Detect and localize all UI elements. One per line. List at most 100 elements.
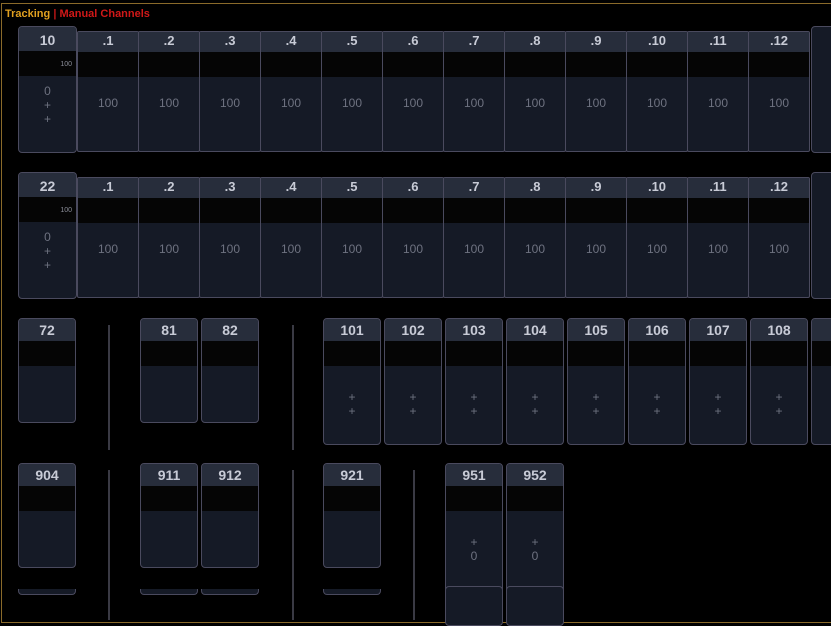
part-value: 100 [707, 242, 729, 256]
channel-mark: + [470, 390, 478, 404]
channel-level-area [202, 341, 258, 366]
channel-part-tile[interactable]: .3 100 [199, 31, 261, 152]
channel-tile[interactable]: 107 + + [689, 318, 747, 445]
channel-part-tile[interactable]: .1 100 [77, 31, 139, 152]
part-number: .6 [383, 178, 443, 199]
channel-part-tile[interactable]: .3 100 [199, 177, 261, 298]
part-level-area [200, 52, 260, 77]
channel-number: 22 [19, 173, 76, 198]
part-level-area [444, 52, 504, 77]
part-level-area [78, 52, 138, 77]
channel-number: 103 [446, 319, 502, 342]
part-level-area [749, 52, 809, 77]
channel-level: 100 [60, 207, 72, 214]
part-number: .9 [566, 178, 626, 199]
channel-tile-partial [445, 586, 503, 626]
part-value: 100 [768, 242, 790, 256]
channel-tile[interactable]: 952 +0 [506, 463, 564, 593]
part-value: 100 [585, 242, 607, 256]
channel-mark: + [43, 258, 51, 272]
channel-mark: + [43, 98, 51, 112]
channel-part-tile[interactable]: .6 100 [382, 177, 444, 298]
channel-tile[interactable]: 108 + + [750, 318, 808, 445]
channel-part-tile[interactable]: .5 100 [321, 177, 383, 298]
channel-tile[interactable]: 1 [811, 318, 831, 445]
channel-tile[interactable]: 921 [323, 463, 381, 568]
part-value: 100 [646, 96, 668, 110]
part-level-area [383, 52, 443, 77]
channel-part-tile[interactable]: .5 100 [321, 31, 383, 152]
part-level-area [322, 198, 382, 223]
channel-mark: 0 [531, 549, 539, 563]
channel-mark: + [653, 404, 661, 418]
channel-number: 107 [690, 319, 746, 342]
channel-part-tile[interactable]: .2 100 [138, 177, 200, 298]
channel-level: 100 [60, 61, 72, 68]
part-number: .5 [322, 32, 382, 53]
part-value: 100 [341, 96, 363, 110]
channel-mark: + [43, 112, 51, 126]
channel-part-tile[interactable]: .12 100 [748, 31, 810, 152]
channel-level-area [385, 341, 441, 366]
channel-tile-master[interactable]: 10 100 0 + + [18, 26, 77, 153]
channel-tile-partial[interactable] [811, 172, 831, 299]
part-number: .12 [749, 178, 809, 199]
channel-tile[interactable]: 104 + + [506, 318, 564, 445]
part-level-area [444, 198, 504, 223]
channel-tile[interactable]: 951 +0 [445, 463, 503, 593]
channel-part-tile[interactable]: .12 100 [748, 177, 810, 298]
channel-tile-partial [18, 589, 76, 595]
channel-level-area [812, 341, 831, 366]
channel-part-tile[interactable]: .9 100 [565, 31, 627, 152]
channel-tile[interactable]: 106 + + [628, 318, 686, 445]
part-level-area [505, 198, 565, 223]
channel-part-tile[interactable]: .7 100 [443, 177, 505, 298]
part-level-area [749, 198, 809, 223]
channel-part-tile[interactable]: .10 100 [626, 177, 688, 298]
channel-tile[interactable]: 101 + + [323, 318, 381, 445]
channel-tile[interactable]: 72 [18, 318, 76, 423]
channel-tile-partial [201, 589, 259, 595]
part-level-area [261, 52, 321, 77]
group-separator [413, 470, 415, 620]
channel-part-tile[interactable]: .8 100 [504, 177, 566, 298]
part-value: 100 [524, 96, 546, 110]
channel-tile[interactable]: 904 [18, 463, 76, 568]
group-separator [292, 470, 294, 620]
channel-tile[interactable]: 102 + + [384, 318, 442, 445]
channel-part-tile[interactable]: .1 100 [77, 177, 139, 298]
channel-tile-master[interactable]: 22 100 0 + + [18, 172, 77, 299]
channel-tile[interactable]: 81 [140, 318, 198, 423]
part-level-area [139, 198, 199, 223]
channel-part-tile[interactable]: .10 100 [626, 31, 688, 152]
part-number: .12 [749, 32, 809, 53]
channel-tile[interactable]: 105 + + [567, 318, 625, 445]
channel-mark: + [592, 390, 600, 404]
channel-tile-partial[interactable] [811, 26, 831, 153]
channel-tile-partial [506, 586, 564, 626]
channel-tile[interactable]: 82 [201, 318, 259, 423]
channel-part-tile[interactable]: .4 100 [260, 31, 322, 152]
part-value: 100 [402, 96, 424, 110]
channel-part-tile[interactable]: .4 100 [260, 177, 322, 298]
channel-tile[interactable]: 911 [140, 463, 198, 568]
channel-number: 82 [202, 319, 258, 342]
channel-tile[interactable]: 103 + + [445, 318, 503, 445]
channel-mark: + [653, 390, 661, 404]
channel-mark: + [775, 404, 783, 418]
channel-value: 0 [44, 230, 51, 244]
channel-part-tile[interactable]: .11 100 [687, 31, 749, 152]
part-level-area [566, 52, 626, 77]
channel-part-tile[interactable]: .6 100 [382, 31, 444, 152]
channel-part-tile[interactable]: .2 100 [138, 31, 200, 152]
channel-part-tile[interactable]: .7 100 [443, 31, 505, 152]
channel-mark: + [592, 404, 600, 418]
group-separator [292, 325, 294, 450]
part-level-area [627, 52, 687, 77]
part-value: 100 [97, 96, 119, 110]
channel-part-tile[interactable]: .9 100 [565, 177, 627, 298]
channel-part-tile[interactable]: .11 100 [687, 177, 749, 298]
channel-part-tile[interactable]: .8 100 [504, 31, 566, 152]
channel-tile[interactable]: 912 [201, 463, 259, 568]
channel-value: 0 [44, 84, 51, 98]
